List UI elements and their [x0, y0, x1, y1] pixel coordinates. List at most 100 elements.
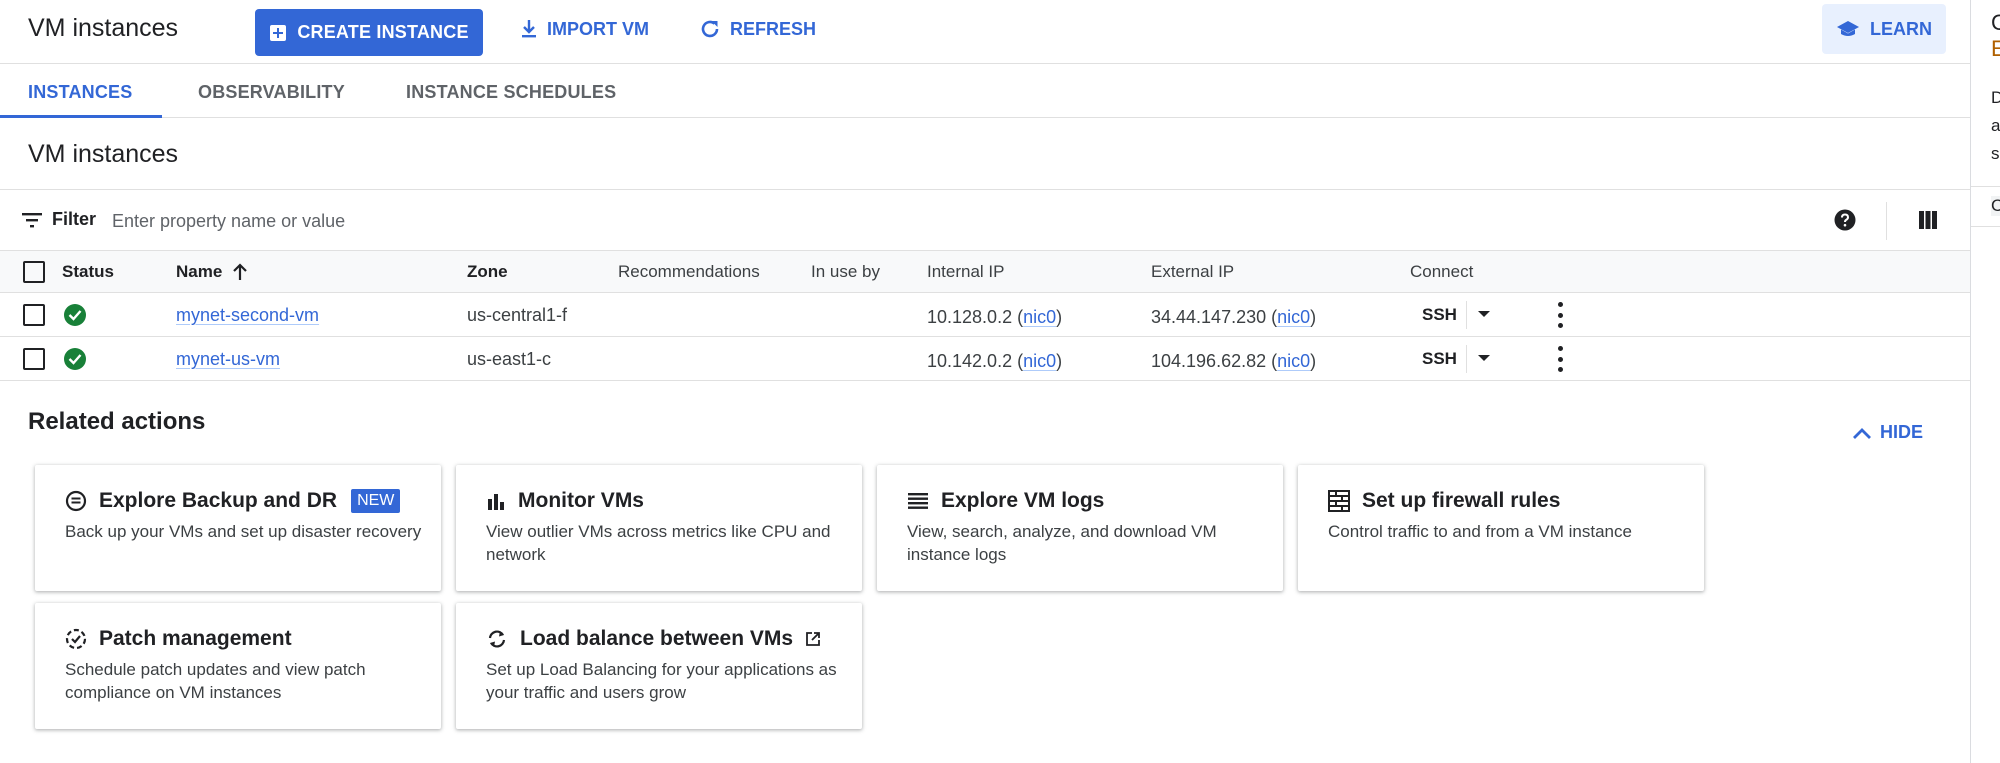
table-row: mynet-us-vm us-east1-c 10.142.0.2 (nic0)… — [0, 337, 1970, 381]
external-ip: 34.44.147.230 — [1151, 307, 1267, 327]
card-monitor-vms[interactable]: Monitor VMs View outlier VMs across metr… — [456, 465, 862, 591]
add-box-icon — [270, 24, 287, 41]
card-title: Set up firewall rules — [1362, 489, 1561, 512]
external-nic-link[interactable]: nic0 — [1277, 307, 1310, 327]
column-connect[interactable]: Connect — [1410, 262, 1473, 282]
internal-ip-cell: 10.142.0.2 (nic0) — [927, 351, 1063, 371]
help-icon[interactable] — [1833, 208, 1857, 237]
external-ip-cell: 34.44.147.230 (nic0) — [1151, 307, 1317, 327]
side-panel-divider — [1971, 226, 2000, 227]
card-description: Back up your VMs and set up disaster rec… — [65, 522, 422, 541]
card-title-row: Set up firewall rules — [1328, 489, 1560, 513]
card-description: Control traffic to and from a VM instanc… — [1328, 522, 1632, 541]
card-title-row: Monitor VMs — [486, 489, 644, 513]
logs-icon — [908, 493, 928, 509]
create-instance-label: CREATE INSTANCE — [297, 22, 469, 42]
internal-nic-link[interactable]: nic0 — [1023, 307, 1056, 327]
card-load-balance[interactable]: Load balance between VMs Set up Load Bal… — [456, 603, 862, 729]
bar-chart-icon — [488, 494, 504, 510]
column-status[interactable]: Status — [62, 262, 114, 282]
more-actions-icon[interactable] — [1556, 302, 1564, 328]
row-checkbox[interactable] — [23, 304, 45, 326]
row-checkbox[interactable] — [23, 348, 45, 370]
card-explore-vm-logs[interactable]: Explore VM logs View, search, analyze, a… — [877, 465, 1283, 591]
card-title: Explore VM logs — [941, 489, 1105, 512]
card-firewall-rules[interactable]: Set up firewall rules Control traffic to… — [1298, 465, 1704, 591]
filter-button[interactable]: Filter — [22, 209, 96, 230]
card-description: Schedule patch updates and view patch co… — [65, 660, 366, 702]
ssh-button[interactable]: SSH — [1422, 305, 1457, 325]
column-name[interactable]: Name — [176, 262, 248, 282]
card-description: View, search, analyze, and download VM i… — [907, 522, 1217, 564]
side-panel-divider — [1971, 186, 2000, 187]
card-description: Set up Load Balancing for your applicati… — [486, 660, 837, 702]
ssh-divider — [1466, 301, 1467, 329]
card-title-row: Explore VM logs — [907, 489, 1104, 513]
filter-bar: Filter — [0, 189, 1970, 251]
learn-label: LEARN — [1870, 18, 1932, 39]
external-ip-cell: 104.196.62.82 (nic0) — [1151, 351, 1317, 371]
column-zone[interactable]: Zone — [467, 262, 508, 282]
hide-button[interactable]: HIDE — [1852, 422, 1923, 443]
table-header: Status Name Zone Recommendations In use … — [0, 251, 1970, 293]
arrow-up-icon — [233, 263, 248, 280]
more-actions-icon[interactable] — [1556, 346, 1564, 372]
side-panel-text: a — [1991, 116, 2000, 135]
card-backup-dr[interactable]: Explore Backup and DR NEW Back up your V… — [35, 465, 441, 591]
filter-label: Filter — [52, 209, 97, 229]
column-name-label: Name — [176, 262, 223, 281]
card-title: Patch management — [99, 627, 292, 650]
backup-icon — [65, 490, 87, 512]
card-title: Load balance between VMs — [520, 627, 794, 650]
card-description: View outlier VMs across metrics like CPU… — [486, 522, 831, 564]
status-running-icon — [64, 348, 86, 370]
learn-button[interactable]: LEARN — [1822, 4, 1946, 54]
refresh-button[interactable]: REFRESH — [699, 13, 816, 45]
active-tab-indicator — [0, 115, 162, 118]
page-title: VM instances — [28, 14, 179, 42]
refresh-icon — [701, 20, 719, 38]
vm-name-link[interactable]: mynet-us-vm — [176, 349, 280, 370]
school-icon — [1837, 21, 1859, 36]
new-badge: NEW — [351, 489, 401, 513]
side-panel-text: E — [1991, 36, 2000, 62]
vm-name[interactable]: mynet-second-vm — [176, 305, 319, 325]
column-in-use-by[interactable]: In use by — [811, 262, 880, 282]
refresh-label: REFRESH — [730, 18, 817, 39]
side-panel-text: C — [1991, 196, 2000, 216]
import-vm-button[interactable]: IMPORT VM — [520, 13, 649, 45]
card-title: Explore Backup and DR — [99, 489, 338, 512]
tab-instances[interactable]: INSTANCES — [28, 82, 132, 103]
vm-name[interactable]: mynet-us-vm — [176, 349, 280, 369]
filter-input[interactable] — [112, 205, 1012, 237]
create-instance-button[interactable]: CREATE INSTANCE — [255, 9, 483, 56]
ssh-dropdown-icon[interactable] — [1478, 355, 1490, 361]
filter-icon — [22, 212, 42, 227]
external-nic-link[interactable]: nic0 — [1277, 351, 1310, 371]
column-external-ip[interactable]: External IP — [1151, 262, 1234, 282]
tab-bar: INSTANCES OBSERVABILITY INSTANCE SCHEDUL… — [0, 64, 1970, 118]
card-title: Monitor VMs — [518, 489, 644, 512]
vm-zone: us-east1-c — [467, 349, 552, 369]
tab-observability[interactable]: OBSERVABILITY — [198, 82, 345, 103]
internal-ip-cell: 10.128.0.2 (nic0) — [927, 307, 1063, 327]
card-title-row: Load balance between VMs — [486, 627, 821, 651]
download-icon — [522, 20, 536, 38]
internal-nic-link[interactable]: nic0 — [1023, 351, 1056, 371]
column-internal-ip[interactable]: Internal IP — [927, 262, 1005, 282]
column-display-icon[interactable] — [1918, 210, 1938, 235]
card-title-row: Explore Backup and DR NEW — [65, 489, 401, 513]
section-title: VM instances — [28, 140, 179, 168]
select-all-checkbox[interactable] — [23, 261, 45, 283]
vm-instances-page: VM instances CREATE INSTANCE IMPORT VM R… — [0, 0, 1970, 763]
side-panel-text: D — [1991, 88, 2000, 108]
vm-name-link[interactable]: mynet-second-vm — [176, 305, 319, 326]
side-panel-text: s — [1991, 144, 2000, 163]
column-recommendations[interactable]: Recommendations — [618, 262, 760, 282]
tab-instance-schedules[interactable]: INSTANCE SCHEDULES — [406, 82, 616, 103]
top-toolbar: VM instances CREATE INSTANCE IMPORT VM R… — [0, 0, 1970, 64]
open-in-new-icon — [806, 632, 820, 646]
ssh-button[interactable]: SSH — [1422, 349, 1457, 369]
ssh-dropdown-icon[interactable] — [1478, 311, 1490, 317]
card-patch-management[interactable]: Patch management Schedule patch updates … — [35, 603, 441, 729]
